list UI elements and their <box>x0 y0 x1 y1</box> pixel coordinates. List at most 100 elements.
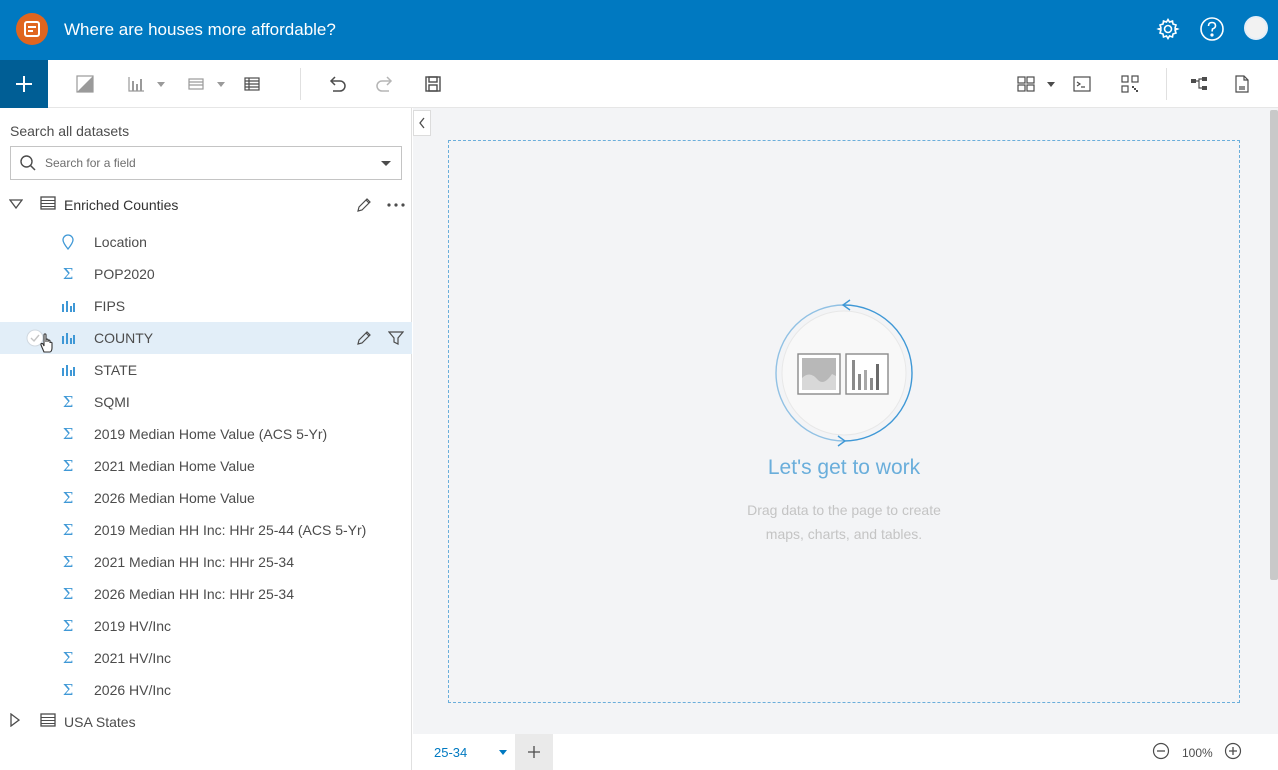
field-row-2019-median-home-value[interactable]: Σ 2019 Median Home Value (ACS 5-Yr) <box>0 418 412 450</box>
dataset-table-icon <box>40 195 56 215</box>
page-tab-label: 25-34 <box>434 745 468 760</box>
page-icon[interactable] <box>1230 72 1254 96</box>
help-icon[interactable] <box>1199 16 1225 42</box>
search-input[interactable] <box>45 153 365 173</box>
redo-icon[interactable] <box>373 72 397 96</box>
field-row-2026-median-hh-inc[interactable]: Σ 2026 Median HH Inc: HHr 25-34 <box>0 578 412 610</box>
field-row-pop2020[interactable]: Σ POP2020 <box>0 258 412 290</box>
table-caret-icon[interactable] <box>217 82 225 87</box>
search-dropdown-icon[interactable] <box>381 161 391 166</box>
add-page-button[interactable] <box>515 734 553 770</box>
app-logo-icon[interactable] <box>16 13 48 45</box>
field-search-box[interactable] <box>10 146 402 180</box>
number-sigma-icon: Σ <box>62 265 74 283</box>
field-row-2021-median-hh-inc[interactable]: Σ 2021 Median HH Inc: HHr 25-34 <box>0 546 412 578</box>
field-label: 2019 Median Home Value (ACS 5-Yr) <box>94 426 328 442</box>
field-label: SQMI <box>94 394 130 410</box>
data-pane: Search all datasets Enriched Counties Lo… <box>0 108 412 770</box>
dataset-header-enriched-counties[interactable]: Enriched Counties <box>0 189 412 221</box>
undo-icon[interactable] <box>325 72 349 96</box>
number-sigma-icon: Σ <box>62 649 74 667</box>
table-icon[interactable] <box>184 72 208 96</box>
field-row-2021-hv-inc[interactable]: Σ 2021 HV/Inc <box>0 642 412 674</box>
zoom-in-icon[interactable] <box>1224 742 1242 765</box>
field-label: 2026 Median Home Value <box>94 490 255 506</box>
layout-caret-icon[interactable] <box>1047 82 1055 87</box>
field-row-2021-median-home-value[interactable]: Σ 2021 Median Home Value <box>0 450 412 482</box>
toolbar <box>0 60 1278 108</box>
field-row-2026-hv-inc[interactable]: Σ 2026 HV/Inc <box>0 674 412 706</box>
field-label: 2021 Median Home Value <box>94 458 255 474</box>
dataset-table-icon <box>40 712 56 732</box>
zoom-level: 100% <box>1182 746 1213 760</box>
page-footer: 25-34 100% <box>413 734 1278 770</box>
map-icon[interactable] <box>73 72 97 96</box>
number-sigma-icon: Σ <box>62 457 74 475</box>
edit-dataset-pencil-icon[interactable] <box>355 196 373 214</box>
field-row-2019-hv-inc[interactable]: Σ 2019 HV/Inc <box>0 610 412 642</box>
field-label: 2021 HV/Inc <box>94 650 172 666</box>
edit-field-pencil-icon[interactable] <box>355 329 373 347</box>
string-bars-icon <box>60 298 76 314</box>
filter-funnel-icon[interactable] <box>387 329 405 347</box>
field-row-2019-median-hh-inc[interactable]: Σ 2019 Median HH Inc: HHr 25-44 (ACS 5-Y… <box>0 514 412 546</box>
field-row-fips[interactable]: FIPS <box>0 290 412 322</box>
console-icon[interactable] <box>1070 72 1094 96</box>
number-sigma-icon: Σ <box>62 521 74 539</box>
zoom-out-icon[interactable] <box>1152 742 1170 765</box>
string-bars-icon <box>60 362 76 378</box>
app-header: Where are houses more affordable? <box>0 0 1278 60</box>
field-label: 2026 HV/Inc <box>94 682 172 698</box>
number-sigma-icon: Σ <box>62 425 74 443</box>
expand-triangle-icon[interactable] <box>10 712 21 732</box>
collapse-triangle-icon[interactable] <box>8 196 24 214</box>
field-label: POP2020 <box>94 266 155 282</box>
settings-gear-icon[interactable] <box>1155 16 1181 42</box>
model-icon[interactable] <box>1187 72 1211 96</box>
toolbar-divider <box>300 68 301 100</box>
field-row-2026-median-home-value[interactable]: Σ 2026 Median Home Value <box>0 482 412 514</box>
field-label: STATE <box>94 362 138 378</box>
dataset-name: Enriched Counties <box>64 197 179 213</box>
save-icon[interactable] <box>421 72 445 96</box>
search-label: Search all datasets <box>10 123 130 139</box>
toolbar-divider-right <box>1166 68 1167 100</box>
chart-icon[interactable] <box>124 72 148 96</box>
empty-state-title: Let's get to work <box>767 456 921 479</box>
qr-icon[interactable] <box>1118 72 1142 96</box>
field-label: 2019 Median HH Inc: HHr 25-44 (ACS 5-Yr) <box>94 522 367 538</box>
field-row-sqmi[interactable]: Σ SQMI <box>0 386 412 418</box>
user-avatar[interactable] <box>1244 16 1268 40</box>
field-row-state[interactable]: STATE <box>0 354 412 386</box>
field-row-county[interactable]: COUNTY <box>0 322 412 354</box>
field-label: Location <box>94 234 147 250</box>
page-tab-caret-icon[interactable] <box>499 750 507 755</box>
number-sigma-icon: Σ <box>62 553 74 571</box>
location-pin-icon <box>60 234 76 250</box>
chart-caret-icon[interactable] <box>157 82 165 87</box>
dataset-more-options-icon[interactable] <box>387 196 405 214</box>
page-tab[interactable]: 25-34 <box>419 734 515 770</box>
empty-state-description-line1: Drag data to the page to create <box>747 502 941 518</box>
layout-icon[interactable] <box>1014 72 1038 96</box>
number-sigma-icon: Σ <box>62 393 74 411</box>
search-icon <box>19 154 37 177</box>
number-sigma-icon: Σ <box>62 585 74 603</box>
empty-state-description-line2: maps, charts, and tables. <box>765 526 923 542</box>
string-bars-icon <box>60 330 76 346</box>
empty-state-illustration <box>774 298 914 448</box>
field-label: FIPS <box>94 298 126 314</box>
app-title: Where are houses more affordable? <box>64 20 336 39</box>
collapse-pane-button[interactable] <box>413 110 431 136</box>
add-button[interactable] <box>0 60 48 108</box>
summary-table-icon[interactable] <box>240 72 264 96</box>
number-sigma-icon: Σ <box>62 489 74 507</box>
dataset-name: USA States <box>64 714 136 730</box>
field-label: COUNTY <box>94 330 154 346</box>
dataset-header-usa-states[interactable]: USA States <box>0 706 412 738</box>
field-row-location[interactable]: Location <box>0 226 412 258</box>
vertical-scrollbar[interactable] <box>1270 110 1278 580</box>
empty-state-description: Drag data to the page to create maps, ch… <box>700 498 988 546</box>
field-label: 2026 Median HH Inc: HHr 25-34 <box>94 586 294 602</box>
number-sigma-icon: Σ <box>62 617 74 635</box>
